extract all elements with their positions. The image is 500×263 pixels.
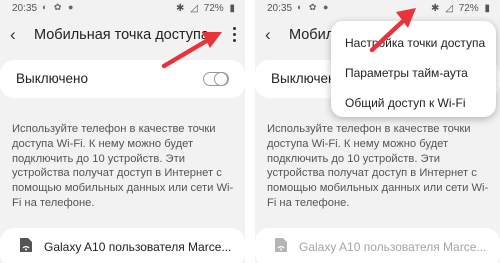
status-bar: 20:35 ◐ ✿ ● ✱ ◿ 72% ▮ [0, 0, 245, 18]
device-name: Galaxy A10 пользователя Marce... [44, 240, 232, 254]
overflow-menu: Настройка точки доступа Параметры тайм-а… [331, 21, 496, 117]
status-time: 20:35 [12, 3, 38, 14]
back-arrow-icon[interactable]: ‹ [265, 25, 271, 45]
menu-item-wifi-sharing[interactable]: Общий доступ к Wi-Fi [345, 96, 466, 110]
device-name: Galaxy A10 пользователя Marce... [299, 240, 487, 254]
toggle-knob [214, 71, 228, 86]
signal-icon: ◿ [190, 3, 198, 14]
hotspot-toggle-row[interactable]: Выключено [0, 60, 245, 98]
menu-item-timeout-settings[interactable]: Параметры тайм-аута [345, 66, 468, 80]
signal-icon: ◿ [445, 3, 453, 14]
system-icons: ✱ ◿ 72% ▮ [173, 3, 235, 14]
notification-icons: ◐ ✿ ● [297, 2, 331, 12]
status-time: 20:35 [267, 3, 293, 14]
screenshot-before: 20:35 ◐ ✿ ● ✱ ◿ 72% ▮ ‹ Мобильная точка … [0, 0, 245, 263]
battery-level: 72% [458, 3, 479, 14]
battery-level: 72% [203, 3, 224, 14]
app-bar: ‹ Мобильная точка доступа [0, 22, 245, 50]
toggle-label: Выключено [16, 71, 88, 86]
hotspot-device-icon [20, 238, 32, 252]
more-vertical-icon[interactable] [229, 24, 239, 46]
hotspot-device-icon [275, 238, 287, 252]
device-name-row[interactable]: Galaxy A10 пользователя Marce... [0, 228, 245, 263]
hotspot-description: Используйте телефон в качестве точки дос… [12, 123, 234, 209]
notification-icons: ◐ ✿ ● [42, 2, 76, 12]
device-name-row[interactable]: Galaxy A10 пользователя Marce... [255, 228, 500, 263]
system-icons: ✱ ◿ 72% ▮ [428, 3, 490, 14]
battery-icon: ▮ [484, 3, 490, 14]
page-title: Мобильная точка доступа [34, 27, 209, 43]
back-arrow-icon[interactable]: ‹ [10, 25, 16, 45]
hotspot-description: Используйте телефон в качестве точки дос… [267, 123, 489, 209]
status-bar: 20:35 ◐ ✿ ● ✱ ◿ 72% ▮ [255, 0, 500, 18]
bluetooth-icon: ✱ [431, 3, 440, 14]
battery-icon: ▮ [229, 3, 235, 14]
menu-item-hotspot-settings[interactable]: Настройка точки доступа [345, 36, 485, 50]
hotspot-toggle[interactable] [203, 71, 229, 86]
bluetooth-icon: ✱ [176, 3, 185, 14]
